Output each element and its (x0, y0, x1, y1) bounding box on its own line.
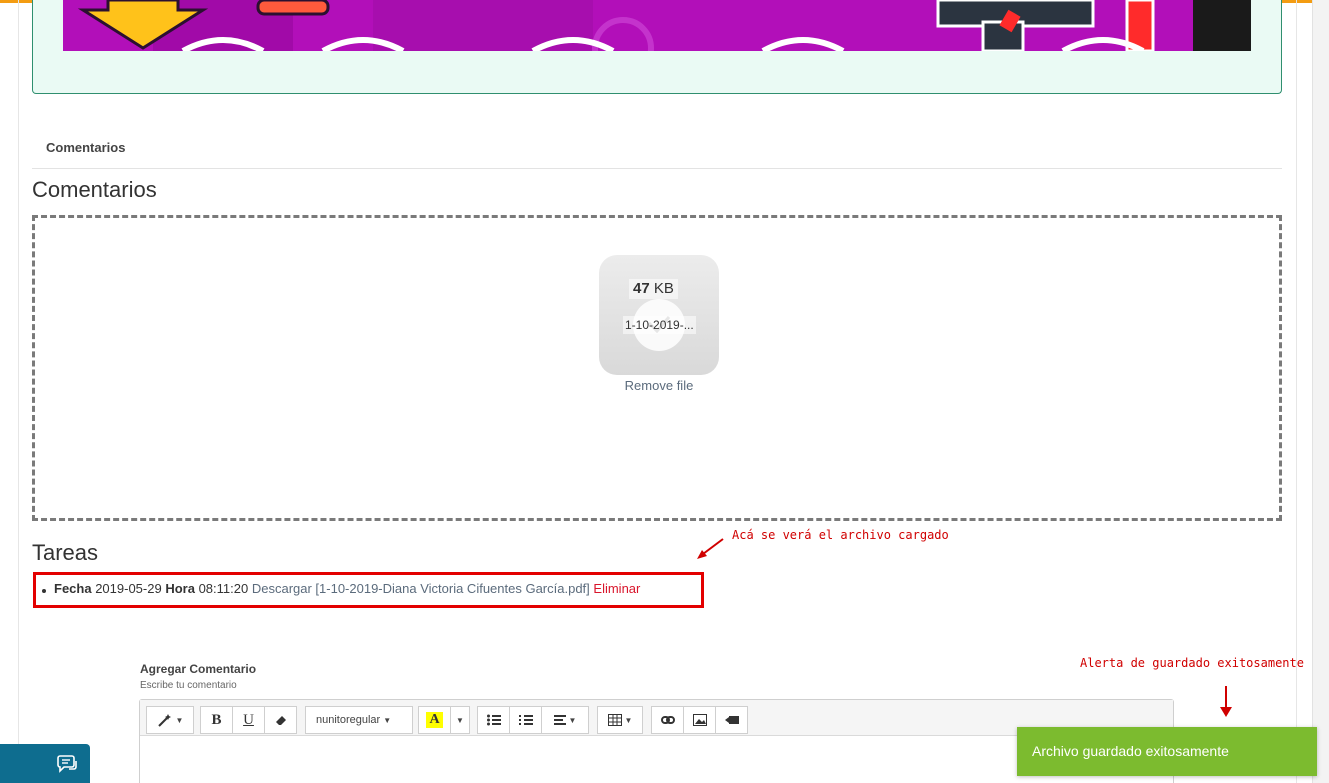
annotation-save-alert: Alerta de guardado exitosamente (1080, 656, 1304, 670)
task-fecha-label: Fecha (54, 581, 92, 596)
table-icon (607, 714, 622, 726)
image-icon (692, 714, 707, 726)
tab-comentarios[interactable]: Comentarios (32, 130, 139, 168)
file-size-unit: KB (653, 280, 674, 297)
bullet-list-icon (486, 714, 501, 726)
ordered-list-button[interactable] (509, 706, 542, 734)
scrollbar-track[interactable] (1312, 0, 1329, 783)
annotation-arrow-alert (1220, 686, 1232, 717)
file-size: 47 KB (629, 279, 678, 299)
numbered-list-icon (518, 714, 533, 726)
banner-image (63, 0, 1251, 51)
magic-wand-icon (157, 713, 173, 727)
link-icon (660, 715, 675, 725)
caret-down-icon: ▼ (624, 715, 633, 725)
toolbar-insert-group (651, 706, 748, 734)
align-left-icon (553, 715, 566, 725)
file-name: 1-10-2019-... (623, 316, 696, 334)
tareas-heading: Tareas (32, 540, 99, 565)
text-color-icon: A (426, 712, 443, 728)
file-preview: 47 KB 1-10-2019-... (599, 255, 719, 375)
caret-down-icon: ▼ (383, 715, 392, 725)
underline-button[interactable]: U (232, 706, 265, 734)
task-hora-value: 08:11:20 (198, 581, 249, 596)
remove-file-link[interactable]: Remove file (599, 378, 719, 393)
font-family-select[interactable]: nunitoregular ▼ (305, 706, 413, 734)
insert-video-button[interactable] (715, 706, 748, 734)
insert-image-button[interactable] (683, 706, 716, 734)
toolbar-font-group: nunitoregular ▼ (305, 706, 413, 734)
comentarios-heading: Comentarios (32, 177, 157, 202)
caret-down-icon: ▼ (175, 715, 184, 725)
save-success-toast[interactable]: Archivo guardado exitosamente (1017, 727, 1317, 776)
table-button[interactable]: ▼ (597, 706, 643, 734)
font-family-value: nunitoregular (316, 714, 381, 726)
task-delete-link[interactable]: Eliminar (593, 581, 640, 596)
style-magic-button[interactable]: ▼ (146, 706, 194, 734)
unordered-list-button[interactable] (477, 706, 510, 734)
file-dropzone[interactable]: 47 KB 1-10-2019-... Remove file (32, 215, 1282, 521)
tab-strip: Comentarios (32, 130, 1282, 169)
task-fecha-value: 2019-05-29 (95, 581, 162, 596)
bold-button[interactable]: B (200, 706, 233, 734)
annotation-uploaded-file: Acá se verá el archivo cargado (732, 528, 949, 542)
insert-link-button[interactable] (651, 706, 684, 734)
file-size-value: 47 (633, 280, 650, 297)
task-list-item: Fecha 2019-05-29 Hora 08:11:20 Descargar… (41, 581, 640, 596)
toolbar-table-group: ▼ (597, 706, 643, 734)
chat-button[interactable] (0, 744, 90, 783)
task-download-link[interactable]: Descargar [1-10-2019-Diana Victoria Cifu… (252, 581, 590, 596)
video-icon (724, 715, 739, 725)
comment-form-hint: Escribe tu comentario (140, 680, 237, 691)
content-left-border (18, 0, 19, 783)
task-hora-label: Hora (165, 581, 195, 596)
eraser-icon (275, 714, 287, 726)
clear-format-button[interactable] (264, 706, 297, 734)
toolbar-style-group: ▼ (146, 706, 194, 734)
task-highlight-box: Fecha 2019-05-29 Hora 08:11:20 Descargar… (33, 572, 704, 608)
comment-form-label: Agregar Comentario (140, 662, 257, 676)
paragraph-align-button[interactable]: ▼ (541, 706, 589, 734)
annotation-arrow-upload (697, 538, 724, 559)
text-color-dropdown[interactable]: ▼ (450, 706, 470, 734)
caret-down-icon: ▼ (568, 715, 577, 725)
text-color-button[interactable]: A (418, 706, 451, 734)
toolbar-format-group: B U (200, 706, 297, 734)
caret-down-icon: ▼ (456, 715, 464, 725)
toolbar-paragraph-group: ▼ (477, 706, 589, 734)
toolbar-color-group: A ▼ (418, 706, 470, 734)
